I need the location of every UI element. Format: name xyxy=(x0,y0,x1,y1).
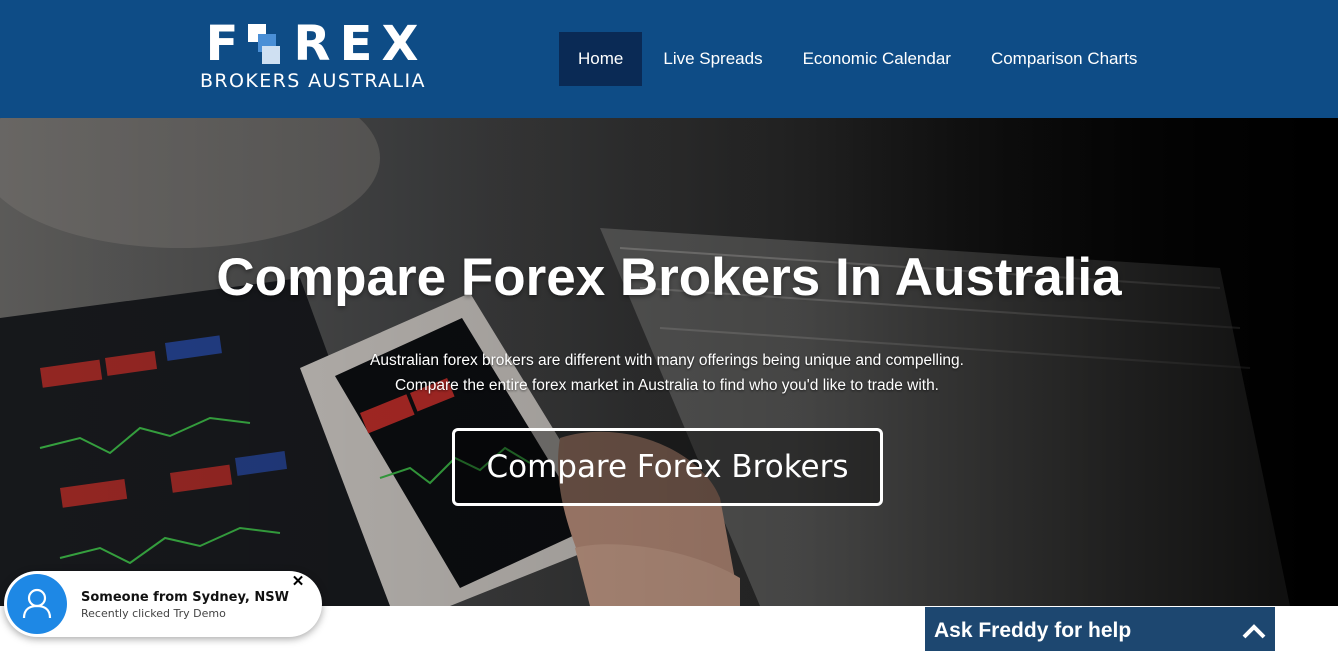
chat-widget-bar[interactable]: Ask Freddy for help xyxy=(925,607,1275,651)
hero-subtitle: Australian forex brokers are different w… xyxy=(0,348,1334,398)
social-proof-notification[interactable]: Someone from Sydney, NSW Recently clicke… xyxy=(4,571,322,637)
compare-forex-brokers-button[interactable]: Compare Forex Brokers xyxy=(452,428,883,506)
logo-subtitle: BROKERS AUSTRALIA xyxy=(200,70,426,92)
nav-item-comparison-charts[interactable]: Comparison Charts xyxy=(972,32,1156,86)
logo-letter-e: E xyxy=(339,16,373,72)
hero-subtitle-line-1: Australian forex brokers are different w… xyxy=(370,352,964,369)
logo-wordmark: F R E X xyxy=(200,16,450,72)
nav-item-home[interactable]: Home xyxy=(559,32,643,86)
notification-text: Recently clicked Try Demo xyxy=(81,607,226,620)
chat-widget-label: Ask Freddy for help xyxy=(934,619,1132,642)
site-header: F R E X BROKERS AUSTRALIA Home Live Spre… xyxy=(0,0,1338,118)
logo-letter-x: X xyxy=(381,16,419,72)
site-logo[interactable]: F R E X BROKERS AUSTRALIA xyxy=(200,16,450,96)
hero-title: Compare Forex Brokers In Australia xyxy=(216,248,1122,307)
logo-letter-r: R xyxy=(293,16,331,72)
logo-squares-icon xyxy=(248,24,282,64)
user-icon xyxy=(7,574,67,634)
hero-subtitle-line-2: Compare the entire forex market in Austr… xyxy=(394,377,939,394)
hero-section: Compare Forex Brokers In Australia Austr… xyxy=(0,118,1338,606)
nav-item-live-spreads[interactable]: Live Spreads xyxy=(644,32,781,86)
chevron-up-icon[interactable] xyxy=(1241,621,1267,641)
nav-item-economic-calendar[interactable]: Economic Calendar xyxy=(784,32,970,86)
notification-title: Someone from Sydney, NSW xyxy=(81,590,289,605)
logo-letter-f: F xyxy=(205,16,239,72)
close-icon[interactable]: ✕ xyxy=(290,574,306,590)
main-nav: Home Live Spreads Economic Calendar Comp… xyxy=(559,32,1156,86)
